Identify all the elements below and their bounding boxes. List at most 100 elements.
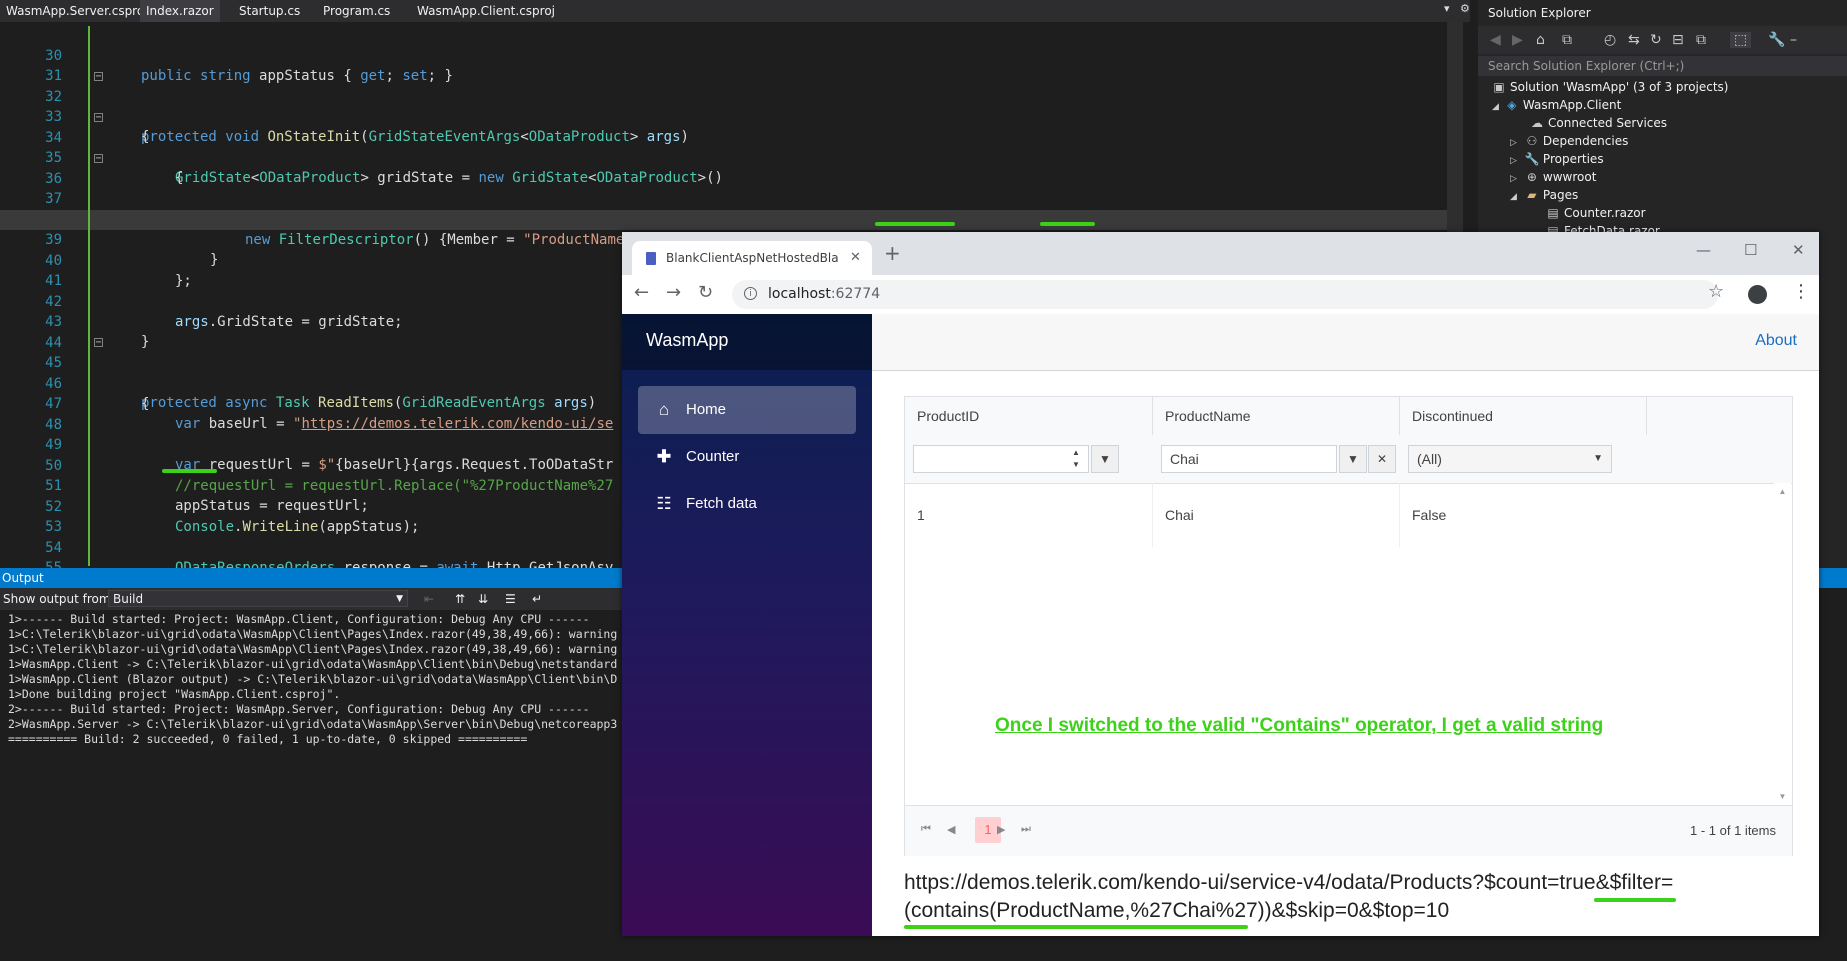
tab-startup-cs[interactable]: Startup.cs xyxy=(233,0,306,22)
close-tab-icon[interactable]: ✕ xyxy=(850,241,861,275)
tab-wasmapp-client-csproj[interactable]: WasmApp.Client.csproj xyxy=(411,0,561,22)
code-line: 37 { xyxy=(45,191,183,227)
se-node-dependencies[interactable]: ▷ ⚇ Dependencies xyxy=(1510,132,1628,150)
next-message-icon[interactable]: ⇊ xyxy=(478,588,488,610)
find-message-icon[interactable]: ⇤ xyxy=(424,588,434,610)
code-line: 35 { xyxy=(45,150,184,186)
highlight-underline xyxy=(875,222,955,226)
collapse-icon[interactable] xyxy=(94,338,103,347)
word-wrap-icon[interactable]: ↵ xyxy=(532,588,542,610)
forward-arrow-icon[interactable]: → xyxy=(666,282,681,303)
se-node-connected-services[interactable]: ☁ Connected Services xyxy=(1530,114,1667,132)
app-brand[interactable]: WasmApp xyxy=(646,330,728,351)
profile-avatar-icon[interactable] xyxy=(1748,285,1767,304)
close-window-icon[interactable]: ✕ xyxy=(1792,241,1805,259)
bookmark-star-icon[interactable]: ☆ xyxy=(1708,281,1724,302)
collapse-all-icon[interactable]: ⊟ xyxy=(1672,32,1684,48)
preview-selected-icon[interactable]: ⬚ xyxy=(1730,32,1752,48)
se-node-client-project[interactable]: ◢ ◈ WasmApp.Client xyxy=(1492,96,1621,114)
expanded-arrow-icon: ◢ xyxy=(1492,102,1499,112)
column-header-productname[interactable]: ProductName xyxy=(1153,397,1400,435)
code-line: 32 protected void OnStateInit(GridStateE… xyxy=(0,67,1460,145)
code-line: 34 GridState<ODataProduct> gridState = n… xyxy=(0,108,1460,186)
highlight-underline xyxy=(1040,222,1095,226)
grid-header: ProductID ProductName Discontinued xyxy=(905,397,1792,436)
scroll-down-icon[interactable]: ▼ xyxy=(1774,792,1791,801)
minimize-icon[interactable]: — xyxy=(1696,241,1711,259)
expanded-arrow-icon: ◢ xyxy=(1510,192,1517,202)
code-line: 30 public string appStatus { get; set; } xyxy=(45,48,453,84)
numeric-spinner[interactable]: ▲ ▼ xyxy=(1065,445,1087,473)
address-bar[interactable]: i localhost:62774 xyxy=(732,280,1718,309)
page-icon xyxy=(646,252,656,265)
first-page-icon[interactable]: ⏮ xyxy=(921,823,931,836)
tab-wasmapp-server-csproj[interactable]: WasmApp.Server.csproj xyxy=(0,0,154,22)
clear-filter-icon[interactable]: ✕ xyxy=(1368,445,1396,473)
collapse-icon[interactable] xyxy=(94,154,103,163)
tab-list-dropdown-icon[interactable]: ▾ xyxy=(1444,2,1450,15)
column-header-discontinued[interactable]: Discontinued xyxy=(1400,397,1647,435)
se-node-properties[interactable]: ▷ 🔧 Properties xyxy=(1510,150,1604,168)
show-all-files-icon[interactable]: ⧉ xyxy=(1696,32,1706,48)
grid-scrollbar[interactable]: ▲ ▼ xyxy=(1774,483,1791,805)
filter-icon[interactable]: ▼ xyxy=(1091,445,1119,473)
scroll-up-icon[interactable]: ▲ xyxy=(1774,487,1791,496)
collapse-icon[interactable] xyxy=(94,72,103,81)
tab-program-cs[interactable]: Program.cs xyxy=(317,0,396,22)
se-node-pages[interactable]: ◢ ▰ Pages xyxy=(1510,186,1578,204)
productname-filter-input[interactable]: Chai xyxy=(1161,445,1337,473)
solution-explorer-toolbar: ◀ ▶ ⌂ ⧉ ◴ ⇆ ↻ ⊟ ⧉ ⬚ 🔧 – xyxy=(1478,26,1847,54)
last-page-icon[interactable]: ⏭ xyxy=(1021,823,1031,836)
annotation-text: Once I switched to the valid "Contains" … xyxy=(995,715,1604,736)
pending-changes-icon[interactable]: ◴ xyxy=(1604,32,1616,48)
output-source-select[interactable]: Build ▼ xyxy=(108,590,408,607)
properties-icon: 🔧 xyxy=(1524,152,1540,166)
switch-views-icon[interactable]: ⧉ xyxy=(1562,32,1572,48)
home-icon[interactable]: ⌂ xyxy=(1536,32,1545,48)
output-line: 1>C:\Telerik\blazor-ui\grid\odata\WasmAp… xyxy=(8,627,618,641)
chevron-down-icon: ▼ xyxy=(1593,453,1603,464)
previous-page-icon[interactable]: ◀ xyxy=(947,823,955,836)
output-line: 1>WasmApp.Client (Blazor output) -> C:\T… xyxy=(8,672,618,686)
about-link[interactable]: About xyxy=(1755,332,1797,350)
info-icon[interactable]: i xyxy=(744,287,757,300)
new-tab-icon[interactable]: + xyxy=(884,241,901,265)
forward-icon[interactable]: ▶ xyxy=(1512,32,1523,48)
solution-explorer-search[interactable]: Search Solution Explorer (Ctrl+;) xyxy=(1478,56,1847,76)
browser-tab[interactable]: BlankClientAspNetHostedBlazor ✕ xyxy=(632,241,872,275)
next-page-icon[interactable]: ▶ xyxy=(997,823,1005,836)
reload-icon[interactable]: ↻ xyxy=(698,282,713,303)
editor-tab-bar: WasmApp.Server.csproj Index.razor Startu… xyxy=(0,0,1470,22)
kebab-menu-icon[interactable]: ⋮ xyxy=(1792,281,1810,302)
filter-icon[interactable]: ▼ xyxy=(1339,445,1367,473)
se-node-wwwroot[interactable]: ▷ ⊕ wwwroot xyxy=(1510,168,1596,186)
code-line: 38 new FilterDescriptor() {Member = "Pro… xyxy=(45,212,1324,248)
refresh-icon[interactable]: ↻ xyxy=(1650,32,1662,48)
wrench-icon[interactable]: 🔧 xyxy=(1768,32,1785,48)
clear-all-icon[interactable]: ☰ xyxy=(505,588,516,610)
se-node-counter-razor[interactable]: ▤ Counter.razor xyxy=(1546,204,1645,222)
grid-pager: ⏮ ◀ 1 ▶ ⏭ 1 - 1 of 1 items xyxy=(905,805,1792,856)
minus-icon[interactable]: – xyxy=(1790,32,1797,48)
maximize-icon[interactable]: ☐ xyxy=(1744,241,1757,259)
column-header-productid[interactable]: ProductID xyxy=(905,397,1153,435)
show-output-label: Show output from: xyxy=(3,592,115,606)
output-line: 2>------ Build started: Project: WasmApp… xyxy=(8,702,590,716)
output-line: 1>WasmApp.Client -> C:\Telerik\blazor-ui… xyxy=(8,657,618,671)
app-main: About ProductID ProductName Discontinued… xyxy=(872,314,1819,936)
browser-window: BlankClientAspNetHostedBlazor ✕ + — ☐ ✕ … xyxy=(622,232,1819,936)
gear-icon[interactable]: ⚙ xyxy=(1460,2,1470,15)
code-line-current: 39 } xyxy=(0,210,1460,268)
nav-item-fetch-data[interactable]: ☷ Fetch data xyxy=(638,480,856,528)
productid-filter-input[interactable] xyxy=(913,445,1089,473)
nav-item-counter[interactable]: ✚ Counter xyxy=(638,433,856,481)
collapse-icon[interactable] xyxy=(94,113,103,122)
sync-icon[interactable]: ⇆ xyxy=(1628,32,1640,48)
se-node-solution[interactable]: ▣ Solution 'WasmApp' (3 of 3 projects) xyxy=(1492,78,1728,96)
previous-message-icon[interactable]: ⇈ xyxy=(455,588,465,610)
tab-index-razor[interactable]: Index.razor xyxy=(140,0,220,22)
nav-item-home[interactable]: ⌂ Home xyxy=(638,386,856,434)
back-arrow-icon[interactable]: ← xyxy=(634,282,649,303)
discontinued-filter-select[interactable]: (All) ▼ xyxy=(1408,445,1612,473)
back-icon[interactable]: ◀ xyxy=(1490,32,1501,48)
